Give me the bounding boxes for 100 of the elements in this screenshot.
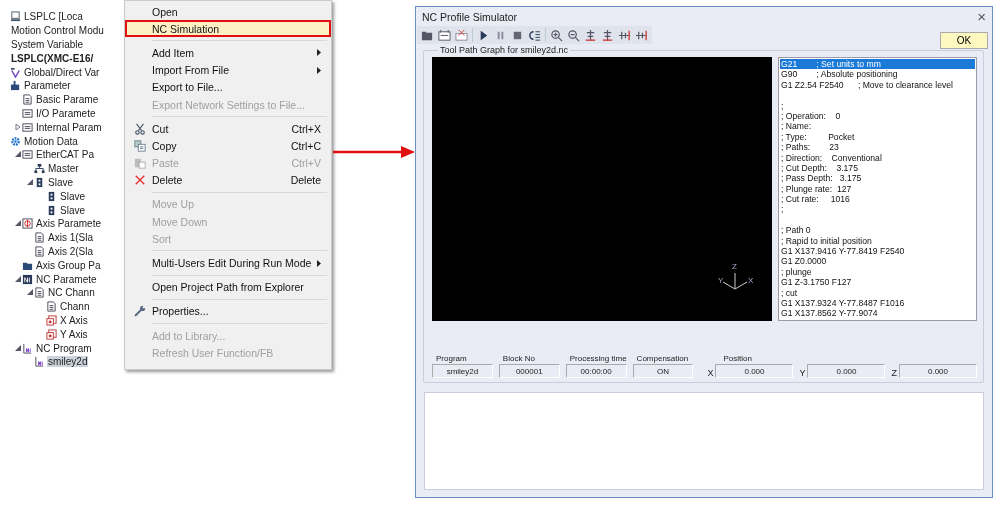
ok-button[interactable]: OK xyxy=(940,32,988,49)
code-line[interactable]: G1 X137.9416 Y-77.8419 F2540 xyxy=(780,246,975,257)
code-line[interactable]: ; xyxy=(780,100,975,111)
menu-item[interactable]: Cut Ctrl+X xyxy=(125,120,331,138)
document-icon xyxy=(34,245,45,257)
expanded-arrow-icon[interactable] xyxy=(27,178,33,185)
tree-item[interactable]: Global/Direct Var xyxy=(23,66,101,78)
tree-item[interactable]: Axis 2(Sla xyxy=(47,245,94,257)
code-line[interactable]: ; Pass Depth: 3.175 xyxy=(780,173,975,184)
expanded-arrow-icon[interactable] xyxy=(15,275,21,282)
menu-item[interactable]: Add Item xyxy=(125,44,331,62)
code-line[interactable]: ; xyxy=(780,204,975,215)
tree-item[interactable]: smiley2d xyxy=(47,356,89,368)
tree-item[interactable]: Motion Control Modu xyxy=(10,25,105,37)
code-line[interactable]: ; plunge xyxy=(780,266,975,278)
code-line[interactable]: G1 Z-3.1750 F127 xyxy=(780,277,975,288)
field-label: Program xyxy=(435,354,468,364)
unload-file-icon[interactable] xyxy=(453,27,470,43)
tree-item[interactable]: Chann xyxy=(59,301,91,313)
axis-label: X xyxy=(748,276,754,285)
tree-item[interactable]: NC Paramete xyxy=(35,273,98,285)
tree-item[interactable]: NC Chann xyxy=(47,287,96,299)
close-button[interactable]: × xyxy=(977,9,986,24)
menu-item[interactable]: Import From File xyxy=(125,61,331,79)
delete-icon xyxy=(133,174,146,187)
axis-label: Z xyxy=(891,368,897,378)
tree-item[interactable]: Slave xyxy=(47,176,74,188)
tree-item[interactable]: Y Axis xyxy=(59,328,89,340)
tree-item[interactable]: Slave xyxy=(59,204,86,216)
document-icon xyxy=(34,232,45,244)
tree-item[interactable]: I/O Paramete xyxy=(35,107,97,119)
menu-item[interactable]: Copy Ctrl+C xyxy=(125,137,331,155)
code-line[interactable]: ; Name: xyxy=(780,121,975,132)
module-icon xyxy=(22,121,33,133)
slave-device-icon xyxy=(46,204,57,216)
axis-file-icon xyxy=(46,314,57,326)
computer-icon xyxy=(10,11,21,23)
tree-item[interactable]: Axis Paramete xyxy=(35,218,103,230)
axis-label: Z xyxy=(732,262,737,271)
field-label: Compensation xyxy=(635,354,690,364)
menu-item[interactable]: Export to File... xyxy=(125,78,331,96)
gear-icon xyxy=(10,135,21,147)
slave-device-icon xyxy=(34,176,45,188)
code-line[interactable]: G1 Z2.54 F2540 ; Move to clearance level xyxy=(780,79,975,91)
code-line[interactable]: ; Cut Depth: 3.175 xyxy=(780,162,975,174)
code-line[interactable]: ; Path 0 xyxy=(780,225,975,236)
code-line[interactable]: ; Cut rate: 1016 xyxy=(780,194,975,205)
group-title: Tool Path Graph for smiley2d.nc xyxy=(438,45,571,55)
expanded-arrow-icon[interactable] xyxy=(15,151,21,158)
tree-item[interactable]: Internal Param xyxy=(35,121,103,133)
code-line[interactable]: ; Operation: 0 xyxy=(780,110,975,122)
tree-item[interactable]: Slave xyxy=(59,190,86,202)
expanded-arrow-icon[interactable] xyxy=(15,344,21,351)
zoom-in-icon[interactable] xyxy=(548,27,565,43)
code-line[interactable]: G90 ; Absolute positioning xyxy=(780,69,975,80)
module-icon xyxy=(22,107,33,119)
readout-field: 0.000 xyxy=(899,364,977,378)
axis-triad-drawing xyxy=(722,272,748,290)
menu-item[interactable]: Properties... xyxy=(125,302,331,320)
readout-field: 00:00:00 xyxy=(565,364,627,378)
code-line[interactable]: ; Direction: Conventional xyxy=(780,152,975,163)
code-line[interactable]: ; Paths: 23 xyxy=(780,142,975,153)
code-line[interactable]: ; Type: Pocket xyxy=(780,131,975,143)
axis-label: Y xyxy=(799,368,806,378)
axis-icon xyxy=(22,218,33,230)
code-line[interactable]: G1 Z0.0000 xyxy=(780,256,975,267)
menu-item[interactable]: Multi-Users Edit During Run Mode xyxy=(125,254,331,272)
tree-item[interactable]: LSPLC [Loca xyxy=(23,11,84,23)
tree-item[interactable]: Axis Group Pa xyxy=(35,259,102,271)
tree-item[interactable]: LSPLC(XMC-E16/ xyxy=(10,52,95,64)
readout-field: smiley2d xyxy=(432,364,493,378)
tree-item[interactable]: Axis 1(Sla xyxy=(47,232,94,244)
code-line[interactable]: ; Plunge rate: 127 xyxy=(780,183,975,195)
tree-item[interactable]: Master xyxy=(47,163,80,175)
field-label: Position xyxy=(722,354,753,364)
hand-icon xyxy=(10,80,21,92)
zoom-out-icon[interactable] xyxy=(565,27,582,43)
code-line[interactable]: G1 X137.8562 Y-77.9074 xyxy=(780,308,975,319)
code-line[interactable]: G1 X137.9324 Y-77.8487 F1016 xyxy=(780,298,975,309)
collapsed-arrow-icon[interactable] xyxy=(15,123,21,130)
expanded-arrow-icon[interactable] xyxy=(15,220,21,227)
tree-item[interactable]: X Axis xyxy=(59,314,89,326)
menu-item[interactable]: Open xyxy=(125,3,331,21)
tree-item[interactable]: EtherCAT Pa xyxy=(35,149,95,161)
tree-item[interactable]: Parameter xyxy=(23,80,72,92)
menu-item[interactable]: Open Project Path from Explorer xyxy=(125,278,331,296)
expanded-arrow-icon[interactable] xyxy=(27,289,33,296)
tree-item[interactable]: System Variable xyxy=(10,39,85,50)
tree-item[interactable]: Motion Data xyxy=(23,135,79,147)
menu-item[interactable]: NC Simulation xyxy=(125,20,331,38)
copy-icon xyxy=(133,139,146,152)
axis-file-icon xyxy=(46,328,57,340)
readout-field: 0.000 xyxy=(715,364,794,378)
tree-item[interactable]: NC Program xyxy=(35,342,93,354)
field-label: Processing time xyxy=(568,354,627,364)
code-line[interactable]: ; cut xyxy=(780,287,975,298)
load-file-icon[interactable] xyxy=(436,27,453,43)
tree-item[interactable]: Basic Parame xyxy=(35,94,100,106)
menu-item[interactable]: Delete Delete xyxy=(125,171,331,189)
code-line[interactable]: ; Rapid to initial position xyxy=(780,235,975,247)
